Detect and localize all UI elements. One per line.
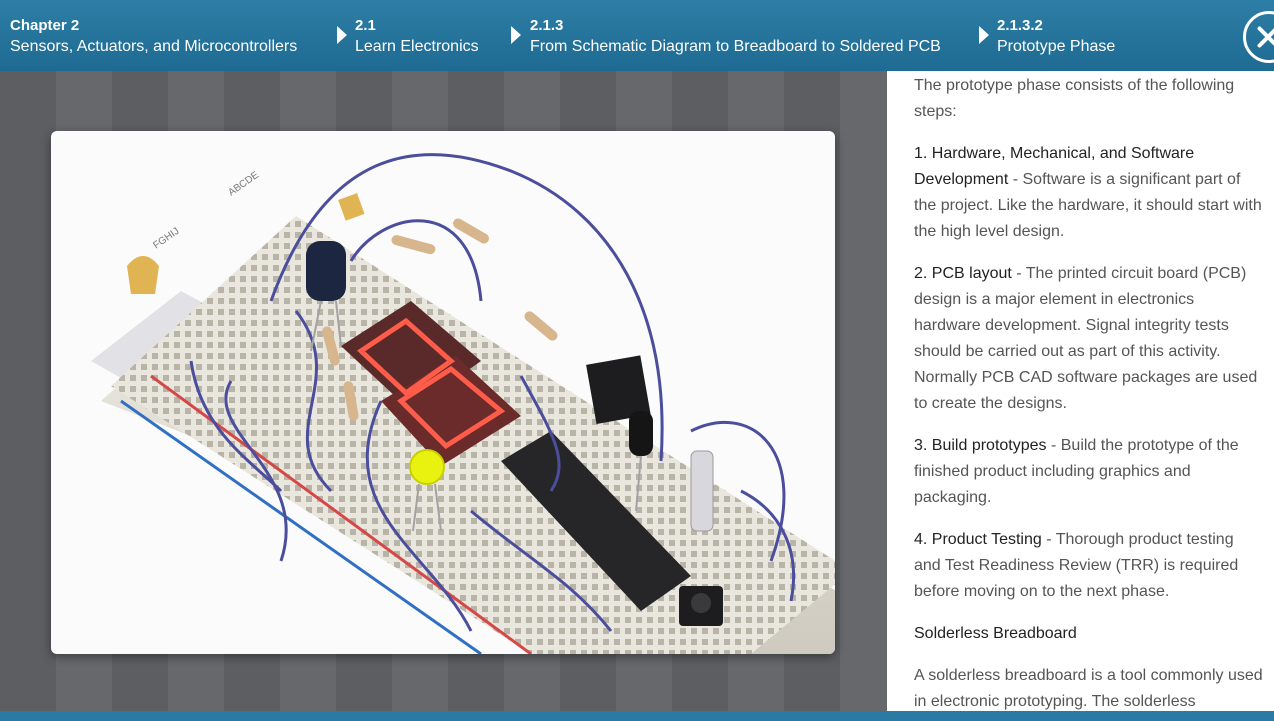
close-button[interactable] xyxy=(1243,11,1274,63)
column-letters-top: ABCDE xyxy=(226,169,261,198)
capacitor xyxy=(629,411,653,456)
breadcrumb-page-number: 2.1.3.2 xyxy=(997,17,1043,34)
closing-paragraph: A solderless breadboard is a tool common… xyxy=(914,667,1263,710)
breadcrumb-section-number: 2.1 xyxy=(355,17,376,34)
breadcrumb-section[interactable]: 2.1 Learn Electronics xyxy=(355,15,479,57)
step-3: 3. Build prototypes - Build the prototyp… xyxy=(914,433,1264,511)
breadcrumb-subsection-title: From Schematic Diagram to Breadboard to … xyxy=(530,38,941,55)
column-letters-bottom: FGHIJ xyxy=(151,226,181,252)
breadcrumb: Chapter 2 Sensors, Actuators, and Microc… xyxy=(0,0,1274,71)
breadcrumb-chapter[interactable]: Chapter 2 Sensors, Actuators, and Microc… xyxy=(10,15,297,57)
breadcrumb-page[interactable]: 2.1.3.2 Prototype Phase xyxy=(997,15,1115,57)
step-3-title: 3. Build prototypes xyxy=(914,437,1047,454)
step-1: 1. Hardware, Mechanical, and Software De… xyxy=(914,141,1264,245)
step-4-title: 4. Product Testing xyxy=(914,531,1042,548)
step-2-title: 2. PCB layout xyxy=(914,265,1012,282)
intro-paragraph: The prototype phase consists of the foll… xyxy=(914,77,1235,120)
capacitor xyxy=(306,241,346,301)
breadcrumb-subsection-number: 2.1.3 xyxy=(530,17,564,34)
crystal xyxy=(690,450,714,532)
led xyxy=(409,449,445,485)
section-subheading: Solderless Breadboard xyxy=(914,625,1077,642)
tantalum-capacitor xyxy=(127,256,159,294)
content-text: The prototype phase consists of the foll… xyxy=(914,73,1264,711)
chevron-right-icon xyxy=(511,26,521,44)
step-2: 2. PCB layout - The printed circuit boar… xyxy=(914,261,1264,417)
step-2-body: - The printed circuit board (PCB) design… xyxy=(914,265,1258,412)
ceramic-capacitor xyxy=(338,193,365,221)
chevron-right-icon xyxy=(979,26,989,44)
bottom-bar xyxy=(0,711,1274,721)
breadboard-image: ABCDE FGHIJ xyxy=(51,131,835,654)
breadcrumb-chapter-number: Chapter 2 xyxy=(10,17,80,34)
breadcrumb-chapter-title: Sensors, Actuators, and Microcontrollers xyxy=(10,38,298,55)
step-4: 4. Product Testing - Thorough product te… xyxy=(914,527,1264,605)
media-area: ABCDE FGHIJ xyxy=(0,71,887,711)
chevron-right-icon xyxy=(337,26,347,44)
content-panel[interactable]: The prototype phase consists of the foll… xyxy=(887,71,1274,711)
breadcrumb-page-title: Prototype Phase xyxy=(997,38,1116,55)
breadcrumb-section-title: Learn Electronics xyxy=(355,38,479,55)
breadcrumb-subsection[interactable]: 2.1.3 From Schematic Diagram to Breadboa… xyxy=(530,15,941,57)
